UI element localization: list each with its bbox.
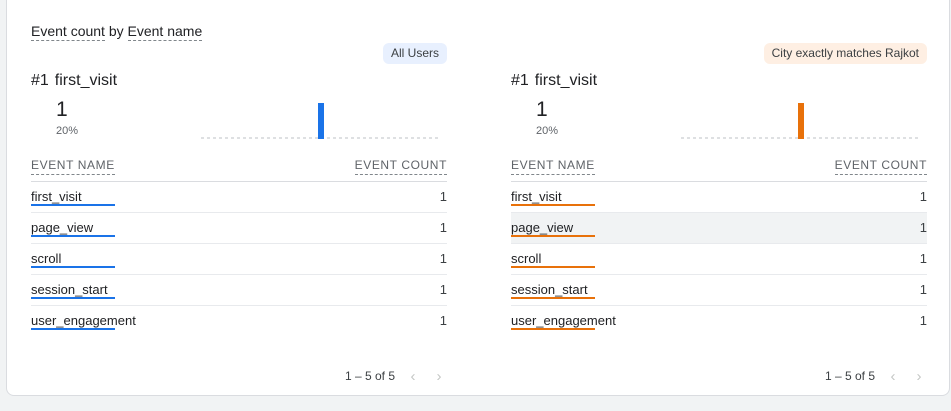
event-name-text: page_view — [511, 220, 574, 235]
sparkline — [201, 103, 441, 139]
event-name-cell: first_visit — [31, 189, 115, 206]
event-count-card: Event count by Event name All Users #1 fi… — [6, 0, 950, 396]
event-name-cell: session_start — [31, 282, 115, 299]
chevron-left-icon[interactable]: ‹ — [885, 368, 901, 385]
event-name-text: first_visit — [511, 189, 562, 204]
top-event-heading: #1 first_visit — [511, 72, 597, 90]
table-row[interactable]: user_engagement 1 — [511, 306, 927, 336]
row-underline — [511, 297, 595, 299]
event-count-cell: 1 — [919, 282, 927, 297]
event-name-text: page_view — [31, 220, 94, 235]
top-event-value: 1 — [56, 98, 68, 121]
chevron-left-icon[interactable]: ‹ — [405, 368, 421, 385]
row-underline — [31, 204, 115, 206]
event-name-text: scroll — [511, 251, 542, 266]
table-row[interactable]: scroll 1 — [31, 244, 447, 275]
column-header-event-count[interactable]: EVENT COUNT — [354, 158, 447, 175]
pagination: 1 – 5 of 5 ‹ › — [825, 367, 927, 385]
row-underline — [31, 266, 115, 268]
pagination-range: 1 – 5 of 5 — [824, 369, 875, 383]
event-count-cell: 1 — [439, 251, 447, 266]
event-count-cell: 1 — [439, 189, 447, 204]
row-underline — [31, 235, 115, 237]
row-underline — [511, 328, 595, 330]
table-row[interactable]: first_visit 1 — [511, 182, 927, 213]
table-row[interactable]: page_view 1 — [31, 213, 447, 244]
table-row[interactable]: scroll 1 — [511, 244, 927, 275]
event-name-text: user_engagement — [511, 313, 616, 328]
event-name-cell: user_engagement — [511, 313, 616, 330]
event-name-cell: scroll — [31, 251, 115, 268]
row-underline — [31, 328, 115, 330]
top-event-name: first_visit — [534, 72, 598, 89]
event-count-cell: 1 — [919, 220, 927, 235]
sparkline-bar — [798, 103, 804, 139]
segment-chip: All Users — [382, 43, 447, 64]
row-underline — [511, 266, 595, 268]
event-count-cell: 1 — [439, 282, 447, 297]
event-name-cell: session_start — [511, 282, 595, 299]
column-header-event-name[interactable]: EVENT NAME — [511, 158, 595, 175]
event-name-text: user_engagement — [31, 313, 136, 328]
top-event-heading: #1 first_visit — [31, 72, 117, 90]
sparkline-bar — [318, 103, 324, 139]
table-header: EVENT NAME EVENT COUNT — [31, 152, 447, 182]
table-row[interactable]: first_visit 1 — [31, 182, 447, 213]
event-table: EVENT NAME EVENT COUNT first_visit 1 pag… — [511, 152, 927, 336]
sparkline — [681, 103, 921, 139]
table-row[interactable]: user_engagement 1 — [31, 306, 447, 336]
event-count-cell: 1 — [919, 313, 927, 328]
chevron-right-icon[interactable]: › — [911, 368, 927, 385]
segment-chip: City exactly matches Rajkot — [763, 43, 927, 64]
event-name-cell: page_view — [511, 220, 595, 237]
rank-number: #1 — [511, 72, 529, 89]
segment-panel-rajkot: City exactly matches Rajkot #1 first_visi… — [511, 0, 927, 396]
pagination-range: 1 – 5 of 5 — [344, 369, 395, 383]
event-count-cell: 1 — [439, 313, 447, 328]
column-header-event-name[interactable]: EVENT NAME — [31, 158, 115, 175]
event-name-text: scroll — [31, 251, 62, 266]
event-count-cell: 1 — [919, 189, 927, 204]
event-count-cell: 1 — [919, 251, 927, 266]
event-name-cell: scroll — [511, 251, 595, 268]
row-underline — [511, 204, 595, 206]
pagination: 1 – 5 of 5 ‹ › — [345, 367, 447, 385]
row-underline — [511, 235, 595, 237]
event-name-text: session_start — [511, 282, 588, 297]
event-count-cell: 1 — [439, 220, 447, 235]
row-underline — [31, 297, 115, 299]
top-event-value: 1 — [536, 98, 548, 121]
table-row[interactable]: page_view 1 — [511, 213, 927, 244]
event-name-cell: page_view — [31, 220, 115, 237]
top-event-percent: 20% — [536, 125, 559, 137]
event-name-cell: first_visit — [511, 189, 595, 206]
event-name-cell: user_engagement — [31, 313, 136, 330]
chevron-right-icon[interactable]: › — [431, 368, 447, 385]
column-header-event-count[interactable]: EVENT COUNT — [834, 158, 927, 175]
table-row[interactable]: session_start 1 — [31, 275, 447, 306]
table-row[interactable]: session_start 1 — [511, 275, 927, 306]
event-name-text: session_start — [31, 282, 108, 297]
table-header: EVENT NAME EVENT COUNT — [511, 152, 927, 182]
segment-panel-all-users: All Users #1 first_visit 1 20% EVENT NAME… — [31, 0, 447, 396]
event-name-text: first_visit — [31, 189, 82, 204]
top-event-name: first_visit — [54, 72, 118, 89]
rank-number: #1 — [31, 72, 49, 89]
event-table: EVENT NAME EVENT COUNT first_visit 1 pag… — [31, 152, 447, 336]
top-event-percent: 20% — [56, 125, 79, 137]
